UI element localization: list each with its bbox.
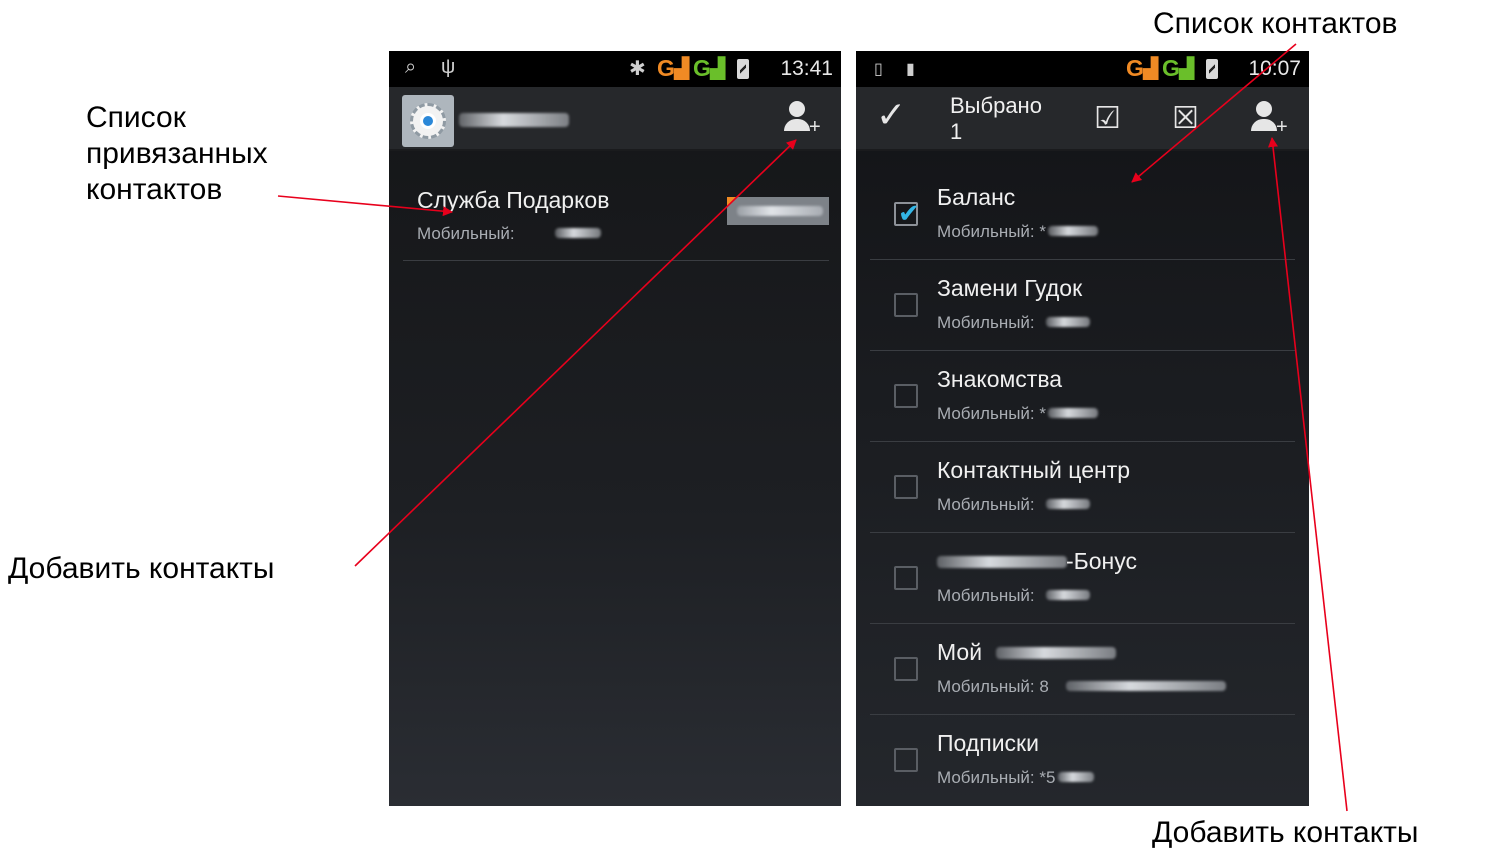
annotation-linked-contacts: Список привязанных контактов	[86, 101, 268, 206]
contact-name: Баланс	[937, 184, 1016, 210]
right-phone-screen: ▯ ▮ G ▟ G ▟ 10:07 ✓ Выбрано 1 ☑ ☒ + ✔ Ба…	[856, 51, 1309, 806]
contact-phone: Мобильный: *	[937, 404, 1046, 423]
redacted-phone	[555, 228, 601, 238]
status-bar: ⌕ ψ ✱ G ▟ G ▟ 13:41	[389, 51, 841, 87]
left-phone-screen: ⌕ ψ ✱ G ▟ G ▟ 13:41 + Служба Подарков Мо…	[389, 51, 841, 806]
redacted-phone	[1046, 499, 1090, 509]
contact-name: Служба Подарков	[417, 187, 610, 213]
list-item[interactable]: ✔ Баланс Мобильный: *	[870, 168, 1295, 260]
annotation-add-contacts-right: Добавить контакты	[1152, 816, 1419, 849]
signal-g-icon: G	[1126, 55, 1144, 81]
redacted-name	[996, 647, 1116, 659]
redacted-phone	[1058, 772, 1094, 782]
signal-bars-icon: ▟	[674, 58, 690, 80]
checkbox[interactable]	[894, 475, 918, 499]
contact-name: Замени Гудок	[937, 275, 1083, 301]
list-item[interactable]: Служба Подарков Мобильный:	[403, 169, 829, 261]
signal-g-icon: G	[693, 55, 711, 81]
signal-g-icon: G	[1162, 55, 1180, 81]
contact-phone: Мобильный:	[937, 313, 1035, 332]
usb-icon: ψ	[441, 56, 456, 78]
checkbox[interactable]	[894, 293, 918, 317]
checkbox[interactable]	[894, 566, 918, 590]
bluetooth-icon: ✱	[629, 58, 646, 80]
contact-name: Знакомства	[937, 366, 1063, 392]
status-time: 10:07	[1248, 57, 1301, 80]
deselect-all-icon[interactable]: ☒	[1172, 101, 1199, 137]
select-all-icon[interactable]: ☑	[1094, 101, 1121, 137]
check-icon: ✔	[898, 198, 920, 228]
contact-phone: Мобильный: *5	[937, 768, 1056, 787]
redacted-phone	[1048, 408, 1098, 418]
list-item[interactable]: Замени Гудок Мобильный:	[870, 259, 1295, 351]
checkbox[interactable]: ✔	[894, 198, 920, 228]
contact-phone: Мобильный:	[937, 586, 1035, 605]
list-item[interactable]: Знакомства Мобильный: *	[870, 350, 1295, 442]
signal-bars-icon: ▟	[1179, 58, 1195, 80]
action-bar: ✓ Выбрано 1 ☑ ☒ +	[856, 87, 1309, 151]
battery-icon	[737, 59, 749, 79]
redacted-name	[937, 556, 1067, 568]
redacted-title	[459, 113, 569, 127]
settings-gear-icon[interactable]	[402, 95, 454, 147]
contact-photo[interactable]	[727, 197, 829, 225]
contact-phone: Мобильный: *	[937, 222, 1046, 241]
annotation-add-contacts-left: Добавить контакты	[8, 552, 275, 585]
status-time: 13:41	[780, 57, 833, 80]
contact-phone: Мобильный:	[937, 495, 1035, 514]
signal-bars-icon: ▟	[1143, 58, 1159, 80]
redacted-phone	[1046, 590, 1090, 600]
contact-phone: Мобильный: 8	[937, 677, 1049, 696]
sim-icon: ▯	[874, 61, 883, 78]
redacted-phone	[1048, 226, 1098, 236]
list-item[interactable]: Мой Мобильный: 8	[870, 623, 1295, 715]
list-item[interactable]: Контактный центр Мобильный:	[870, 441, 1295, 533]
redacted-photo	[737, 206, 823, 216]
contact-name: Подписки	[937, 730, 1039, 756]
contact-name: Мой	[937, 639, 983, 665]
redacted-phone	[1066, 681, 1226, 691]
status-bar: ▯ ▮ G ▟ G ▟ 10:07	[856, 51, 1309, 87]
annotation-contacts-list: Список контактов	[1153, 7, 1398, 40]
list-item[interactable]: -Бонус Мобильный:	[870, 532, 1295, 624]
list-item[interactable]: Подписки Мобильный: *5	[870, 714, 1295, 805]
sd-card-icon: ▮	[906, 61, 915, 78]
checkbox[interactable]	[894, 748, 918, 772]
person-add-icon[interactable]: +	[1248, 97, 1292, 141]
action-bar: +	[389, 87, 841, 151]
contact-phone: Мобильный:	[417, 224, 515, 243]
signal-g-icon: G	[657, 55, 675, 81]
selection-count: Выбрано 1	[950, 93, 1042, 144]
checkbox[interactable]	[894, 657, 918, 681]
person-add-icon[interactable]: +	[781, 97, 825, 141]
battery-icon	[1206, 59, 1218, 79]
checkbox[interactable]	[894, 384, 918, 408]
done-check-icon[interactable]: ✓	[876, 97, 906, 133]
contact-name: Контактный центр	[937, 457, 1131, 483]
contact-name: -Бонус	[1066, 548, 1137, 574]
signal-bars-icon: ▟	[710, 58, 726, 80]
redacted-phone	[1046, 317, 1090, 327]
search-icon: ⌕	[405, 56, 417, 78]
